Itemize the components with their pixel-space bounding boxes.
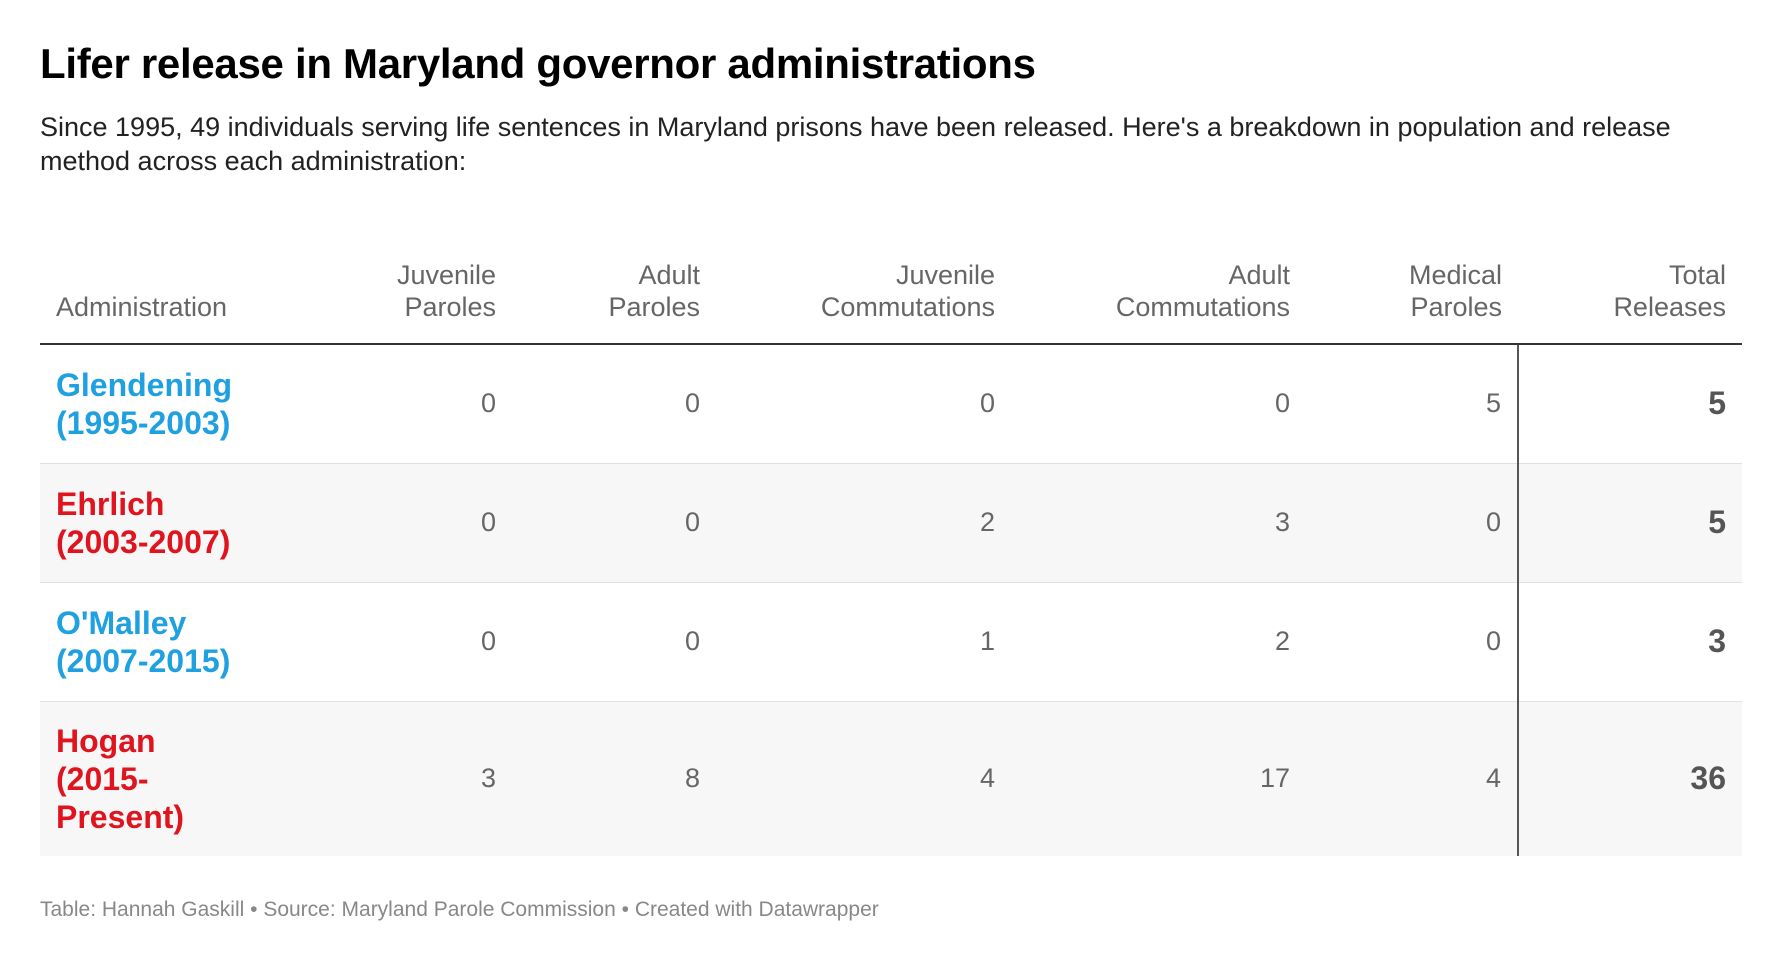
header-row: Administration Juvenile Paroles Adult Parole… <box>40 250 1742 345</box>
column-header-line: Paroles <box>608 292 700 322</box>
column-header-line: Paroles <box>404 292 496 322</box>
table-body: Glendening (1995-2003) 0 0 0 0 5 5 Ehrlich (2003-… <box>40 344 1742 856</box>
total-releases-cell: 3 <box>1517 582 1742 702</box>
column-header-line: Commutations <box>820 292 995 322</box>
administration-label-line: Hogan <box>56 722 156 759</box>
column-header: Adult Paroles <box>512 250 716 345</box>
value-cell: 2 <box>716 463 1011 583</box>
value-cell: 4 <box>1306 701 1518 856</box>
value-cell: 4 <box>716 701 1011 856</box>
value-cell: 0 <box>310 582 512 702</box>
column-header-line: Releases <box>1613 292 1726 322</box>
total-releases-cell: 36 <box>1517 701 1742 856</box>
administration-label-line: Glendening <box>56 366 232 403</box>
column-header: Juvenile Commutations <box>716 250 1011 345</box>
value-cell: 5 <box>1306 344 1518 464</box>
table-row: O'Malley (2007-2015) 0 0 1 2 0 3 <box>40 582 1742 702</box>
column-header-line: Juvenile <box>895 260 995 290</box>
footer-tool: Created with Datawrapper <box>634 898 879 921</box>
column-header-line: Juvenile <box>396 260 496 290</box>
table-row: Ehrlich (2003-2007) 0 0 2 3 0 5 <box>40 463 1742 583</box>
column-header: Juvenile Paroles <box>310 250 512 345</box>
table-row: Glendening (1995-2003) 0 0 0 0 5 5 <box>40 344 1742 464</box>
total-releases-cell: 5 <box>1517 344 1742 464</box>
table-row: Hogan (2015- Present) 3 8 4 17 4 36 <box>40 701 1742 856</box>
value-cell: 8 <box>512 701 716 856</box>
column-header: Administration <box>40 250 310 345</box>
administration-cell: Ehrlich (2003-2007) <box>40 463 310 583</box>
chart-footer: Table: Hannah Gaskill • Source: Maryland… <box>40 898 879 922</box>
chart-subtitle: Since 1995, 49 individuals serving life … <box>40 112 1671 176</box>
administration-label-line: (2003-2007) <box>56 523 231 560</box>
value-cell: 3 <box>310 701 512 856</box>
value-cell: 0 <box>310 463 512 583</box>
value-cell: 0 <box>1011 344 1306 464</box>
column-header: Adult Commutations <box>1011 250 1306 345</box>
value-cell: 0 <box>1306 582 1518 702</box>
total-releases-cell: 5 <box>1517 463 1742 583</box>
value-cell: 3 <box>1011 463 1306 583</box>
column-header-line: Medical <box>1408 260 1502 290</box>
footer-credit: Table: Hannah Gaskill <box>40 898 245 921</box>
value-cell: 1 <box>716 582 1011 702</box>
value-cell: 0 <box>1306 463 1518 583</box>
value-cell: 2 <box>1011 582 1306 702</box>
value-cell: 0 <box>512 463 716 583</box>
value-cell: 0 <box>716 344 1011 464</box>
column-header: Total Releases <box>1518 250 1742 345</box>
administration-label-line: O'Malley <box>56 604 187 641</box>
column-header-line: Paroles <box>1410 292 1502 322</box>
footer-separator: • <box>615 898 635 921</box>
administration-label-line: Ehrlich <box>56 485 165 522</box>
administration-cell: O'Malley (2007-2015) <box>40 582 310 702</box>
value-cell: 17 <box>1011 701 1306 856</box>
chart-title: Lifer release in Maryland governor admin… <box>40 40 1036 87</box>
value-cell: 0 <box>512 344 716 464</box>
footer-source: Source: Maryland Parole Commission <box>263 898 616 921</box>
administration-cell: Hogan (2015- Present) <box>40 701 310 856</box>
administration-label-line: (2007-2015) <box>56 642 231 679</box>
value-cell: 0 <box>310 344 512 464</box>
administration-label-line: (2015- <box>56 760 149 797</box>
administration-label-line: (1995-2003) <box>56 404 231 441</box>
data-table: Administration Juvenile Paroles Adult Parole… <box>40 250 1742 856</box>
administration-cell: Glendening (1995-2003) <box>40 344 310 464</box>
footer-separator: • <box>244 898 264 921</box>
column-header-line: Adult <box>638 260 700 290</box>
column-header-line: Adult <box>1228 260 1290 290</box>
administration-label-line: Present) <box>56 798 185 835</box>
column-header: Medical Paroles <box>1306 250 1518 345</box>
value-cell: 0 <box>512 582 716 702</box>
column-header-line: Commutations <box>1115 292 1290 322</box>
column-header-line: Administration <box>56 292 228 322</box>
column-header-line: Total <box>1668 260 1726 290</box>
table-header: Administration Juvenile Paroles Adult Parole… <box>40 250 1742 345</box>
